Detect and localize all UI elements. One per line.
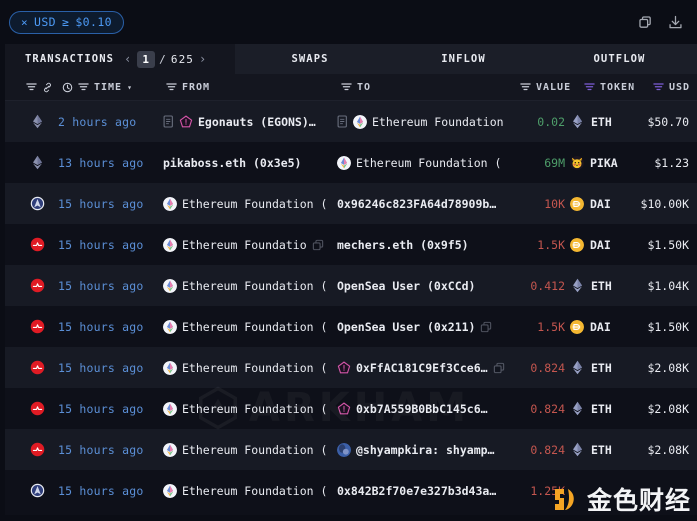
table-row[interactable]: 2 hours ago Egonauts (EGONS)… Ethereum Fou… — [0, 101, 697, 142]
tab-transactions[interactable]: TRANSACTIONS ‹ 1 / 625 › — [0, 44, 235, 74]
tab-swaps-label: SWAPS — [291, 53, 329, 65]
page-total: 625 — [170, 52, 195, 66]
filter-toolbar: × USD ≥ $0.10 — [0, 0, 697, 44]
clock-icon — [62, 82, 73, 93]
filter-icon[interactable] — [653, 82, 664, 93]
sort-desc-icon[interactable]: ▾ — [127, 83, 133, 92]
row-usd-cell: $1.04K — [0, 265, 689, 306]
transactions-panel: × USD ≥ $0.10 TRANSACTIONS ‹ 1 / 625 › S… — [0, 0, 697, 521]
filter-icon[interactable] — [341, 82, 352, 93]
column-header-row: TIME ▾ FROM TO VALUE TOKEN USD — [0, 74, 697, 101]
page-prev-button[interactable]: ‹ — [123, 52, 133, 66]
row-usd-cell: $10.00K — [0, 183, 689, 224]
link-icon[interactable] — [42, 82, 53, 93]
filter-icon[interactable] — [26, 82, 37, 93]
table-row[interactable]: 15 hours ago Ethereum Foundation (OpenSea… — [0, 265, 697, 306]
tab-inflow-label: INFLOW — [441, 53, 486, 65]
column-header-usd-label: USD — [669, 82, 691, 93]
column-header-usd[interactable]: USD — [653, 74, 690, 101]
table-row[interactable]: 15 hours ago Ethereum Foundatio mechers.et… — [0, 224, 697, 265]
tab-bar: TRANSACTIONS ‹ 1 / 625 › SWAPS INFLOW OU… — [0, 44, 697, 74]
column-header-time[interactable]: TIME ▾ — [62, 74, 133, 101]
row-usd-cell: $1.50K — [0, 306, 689, 347]
filter-icon[interactable] — [78, 82, 89, 93]
row-usd-cell: $1.50K — [0, 224, 689, 265]
row-value: 1.25K — [530, 483, 565, 498]
column-header-token[interactable]: TOKEN — [584, 74, 635, 101]
tab-transactions-label: TRANSACTIONS — [25, 53, 115, 65]
pagination: ‹ 1 / 625 › — [123, 50, 208, 68]
row-usd-value: $1.23 — [654, 155, 689, 170]
row-usd-cell: $2.08K — [0, 388, 689, 429]
filter-icon[interactable] — [584, 82, 595, 93]
column-header-to[interactable]: TO — [341, 74, 371, 101]
page-separator: / — [159, 52, 167, 66]
column-link-filter[interactable] — [26, 74, 53, 101]
filter-chip-label: USD — [34, 15, 57, 29]
filter-icon[interactable] — [520, 82, 531, 93]
tab-outflow-label: OUTFLOW — [593, 53, 646, 65]
download-icon[interactable] — [667, 14, 684, 31]
transactions-table: 2 hours ago Egonauts (EGONS)… Ethereum Fou… — [0, 101, 697, 515]
row-usd-value: $10.00K — [640, 196, 689, 211]
page-current[interactable]: 1 — [137, 50, 156, 68]
row-usd-value: $1.04K — [647, 278, 689, 293]
row-usd-cell: $2.08K — [0, 429, 689, 470]
column-header-to-label: TO — [357, 82, 372, 93]
column-header-token-label: TOKEN — [600, 82, 636, 93]
row-value-cell: 1.25K — [0, 470, 565, 511]
filter-icon[interactable] — [166, 82, 177, 93]
tab-inflow[interactable]: INFLOW — [385, 44, 542, 74]
table-row[interactable]: 15 hours ago Ethereum Foundation (OpenSea… — [0, 306, 697, 347]
filter-chip-value: $0.10 — [75, 15, 112, 29]
tab-swaps[interactable]: SWAPS — [235, 44, 385, 74]
row-usd-cell: $2.08K — [0, 347, 689, 388]
row-usd-cell: $1.23 — [0, 142, 689, 183]
toolbar-actions — [637, 14, 687, 31]
table-row[interactable]: 15 hours ago Ethereum Foundation (@shyamp… — [0, 429, 697, 470]
table-row[interactable]: 15 hours ago Ethereum Foundation (0xb7A55… — [0, 388, 697, 429]
filter-chip-usd[interactable]: × USD ≥ $0.10 — [9, 10, 124, 34]
remove-filter-icon[interactable]: × — [21, 17, 28, 28]
table-row[interactable]: 15 hours ago Ethereum Foundation (0x842B2… — [0, 470, 697, 511]
page-next-button[interactable]: › — [198, 52, 208, 66]
row-usd-value: $1.50K — [647, 237, 689, 252]
column-header-value[interactable]: VALUE — [520, 74, 571, 101]
row-usd-value: $2.08K — [647, 401, 689, 416]
row-usd-value: $2.08K — [647, 442, 689, 457]
table-row[interactable]: 15 hours ago Ethereum Foundation (0x96246… — [0, 183, 697, 224]
filter-chip-operator: ≥ — [62, 15, 70, 29]
column-header-from[interactable]: FROM — [166, 74, 210, 101]
table-row[interactable]: 15 hours ago Ethereum Foundation (0xFfAC1… — [0, 347, 697, 388]
copy-icon[interactable] — [637, 14, 654, 31]
tab-outflow[interactable]: OUTFLOW — [542, 44, 697, 74]
column-header-from-label: FROM — [182, 82, 211, 93]
row-usd-value: $1.50K — [647, 319, 689, 334]
column-header-time-label: TIME — [94, 82, 123, 93]
table-row[interactable]: 13 hours ago pikaboss.eth (0x3e5) Ethereum… — [0, 142, 697, 183]
column-header-value-label: VALUE — [536, 82, 572, 93]
row-usd-value: $2.08K — [647, 360, 689, 375]
vertical-scrollbar[interactable] — [0, 44, 5, 521]
row-usd-value: $50.70 — [647, 114, 689, 129]
row-usd-cell: $50.70 — [0, 101, 689, 142]
